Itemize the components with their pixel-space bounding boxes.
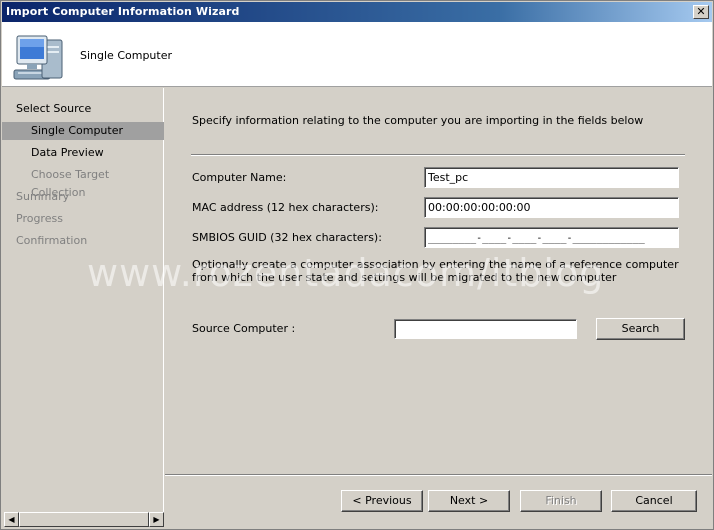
window-title: Import Computer Information Wizard (6, 5, 240, 18)
nav-step-select-source[interactable]: Select Source (2, 100, 164, 118)
mac-address-input[interactable]: 00:00:00:00:00:00 (424, 197, 679, 218)
source-computer-input[interactable] (394, 319, 577, 339)
nav-step-data-preview[interactable]: Data Preview (2, 144, 164, 162)
computer-name-input[interactable]: Test_pc (424, 167, 679, 188)
cancel-button[interactable]: Cancel (611, 490, 697, 512)
mac-address-label: MAC address (12 hex characters): (192, 201, 379, 214)
nav-step-confirmation: Confirmation (16, 234, 88, 247)
scroll-left-icon[interactable]: ◀ (4, 512, 19, 527)
finish-button: Finish (520, 490, 602, 512)
guid-input-mask: ________-____-____-____-____________ (428, 233, 645, 244)
next-button[interactable]: Next > (428, 490, 510, 512)
title-bar[interactable]: Import Computer Information Wizard ✕ (2, 2, 712, 22)
content-separator (191, 154, 685, 156)
wizard-window: Import Computer Information Wizard ✕ Sin… (0, 0, 714, 530)
computer-icon (13, 35, 63, 80)
search-button[interactable]: Search (596, 318, 685, 340)
nav-step-choose-target-collection: Choose Target Collection (31, 168, 110, 199)
nav-step-single-computer[interactable]: Single Computer (2, 122, 164, 140)
computer-name-label: Computer Name: (192, 171, 287, 184)
wizard-content: Specify information relating to the comp… (165, 88, 712, 474)
nav-horizontal-scrollbar[interactable]: ◀ ▶ (4, 512, 164, 527)
association-note: Optionally create a computer association… (192, 258, 679, 284)
page-title: Single Computer (80, 49, 172, 62)
intro-text: Specify information relating to the comp… (192, 114, 644, 127)
scroll-right-icon[interactable]: ▶ (149, 512, 164, 527)
scrollbar-thumb[interactable] (19, 512, 149, 527)
smbios-guid-label: SMBIOS GUID (32 hex characters): (192, 231, 382, 244)
nav-step-summary: Summary (16, 190, 70, 203)
wizard-header: Single Computer (2, 22, 712, 87)
nav-step-progress: Progress (16, 212, 63, 225)
footer-separator (165, 474, 712, 476)
previous-button[interactable]: < Previous (341, 490, 423, 512)
wizard-step-list: Select Source Single Computer Data Previ… (2, 88, 164, 512)
smbios-guid-input[interactable]: ________-____-____-____-____________ (424, 227, 679, 248)
source-computer-label: Source Computer : (192, 322, 296, 335)
close-icon[interactable]: ✕ (693, 5, 709, 19)
